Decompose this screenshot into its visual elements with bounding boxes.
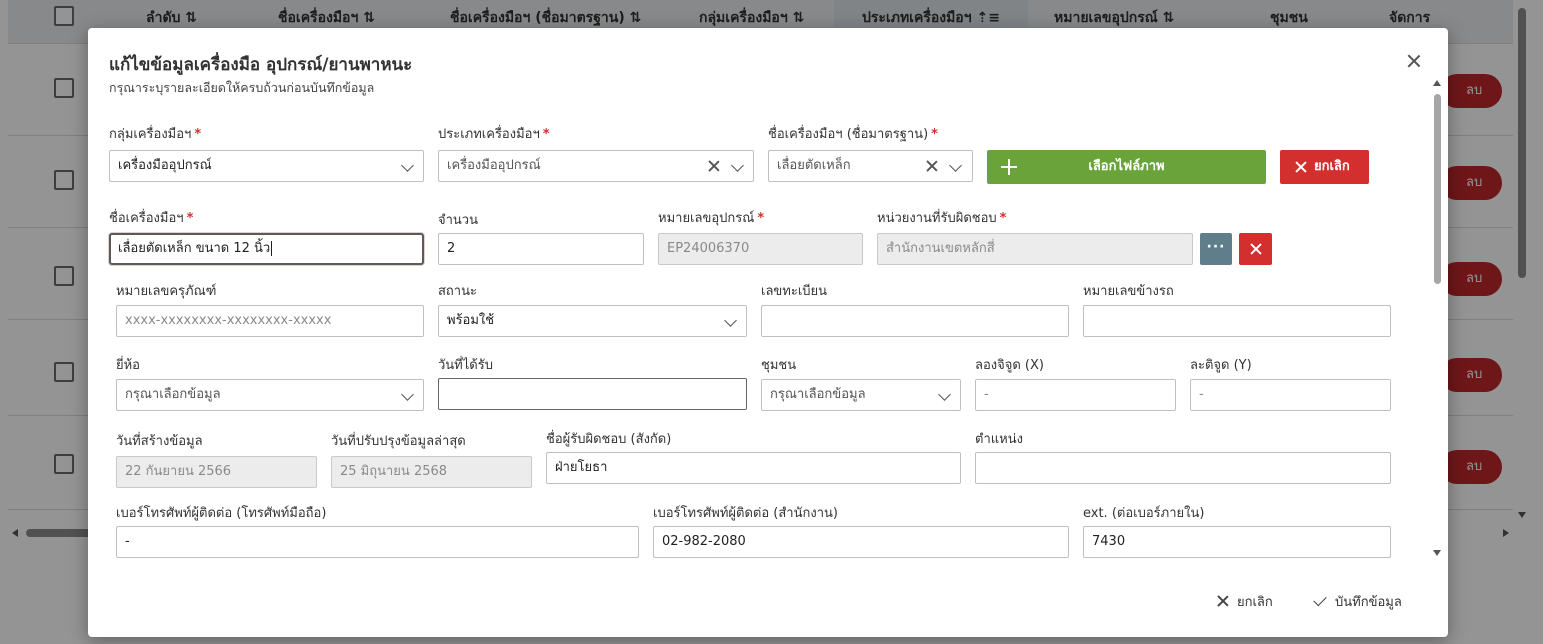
- check-icon: [1313, 592, 1327, 607]
- responsible-unit-label: หน่วยงานที่รับผิดชอบ *: [877, 211, 1007, 226]
- community-select[interactable]: กรุณาเลือกข้อมูล: [761, 379, 961, 411]
- quantity-input[interactable]: 2: [438, 233, 644, 265]
- type-label: ประเภทเครื่องมือฯ *: [438, 127, 550, 142]
- modal-scrollbar[interactable]: [1431, 80, 1443, 560]
- longitude-input[interactable]: -: [975, 379, 1176, 411]
- status-label: สถานะ: [438, 284, 477, 299]
- latitude-input[interactable]: -: [1190, 379, 1391, 411]
- standard-name-label: ชื่อเครื่องมือฯ (ชื่อมาตรฐาน) *: [768, 127, 938, 142]
- equipment-no-label: หมายเลขอุปกรณ์ *: [658, 211, 765, 226]
- received-date-label: วันที่ได้รับ: [438, 358, 493, 373]
- asset-no-label: หมายเลขครุภัณฑ์: [116, 284, 217, 299]
- mobile-label: เบอร์โทรศัพท์ผู้ติดต่อ (โทรศัพท์มือถือ): [116, 506, 327, 521]
- clear-icon[interactable]: [925, 159, 939, 173]
- registration-label: เลขทะเบียน: [761, 284, 828, 299]
- standard-name-select[interactable]: เลื่อยตัดเหล็ก: [768, 150, 973, 182]
- cancel-button[interactable]: ยกเลิก: [1217, 591, 1273, 612]
- chevron-down-icon: [401, 388, 414, 401]
- text-caret: [271, 241, 273, 256]
- brand-label: ยี่ห้อ: [116, 358, 140, 373]
- office-phone-label: เบอร์โทรศัพท์ผู้ติดต่อ (สำนักงาน): [653, 506, 838, 521]
- equipment-no-input: EP24006370: [658, 233, 863, 265]
- chevron-down-icon: [401, 159, 414, 172]
- scrollbar-thumb[interactable]: [1434, 94, 1441, 284]
- clear-unit-button[interactable]: [1239, 233, 1272, 265]
- ext-input[interactable]: 7430: [1083, 526, 1391, 558]
- clear-icon[interactable]: [707, 159, 721, 173]
- created-date-input: 22 กันยายน 2566: [116, 456, 317, 488]
- vehicle-side-no-label: หมายเลขข้างรถ: [1083, 284, 1174, 299]
- close-icon: [1294, 160, 1308, 174]
- vehicle-side-no-input[interactable]: [1083, 305, 1391, 337]
- registration-input[interactable]: [761, 305, 1069, 337]
- longitude-label: ลองจิจูด (X): [975, 358, 1044, 373]
- community-label: ชุมชน: [761, 358, 797, 373]
- ext-label: ext. (ต่อเบอร์ภายใน): [1083, 506, 1205, 521]
- responsible-unit-input: สำนักงานเขตหลักสี่: [877, 233, 1193, 265]
- position-label: ตำแหน่ง: [975, 432, 1023, 447]
- chevron-down-icon: [731, 159, 744, 172]
- edit-equipment-modal: แก้ไขข้อมูลเครื่องมือ อุปกรณ์/ยานพาหนะ ก…: [88, 28, 1448, 637]
- name-input[interactable]: เลื่อยตัดเหล็ก ขนาด 12 นิ้ว: [109, 233, 424, 265]
- quantity-label: จำนวน: [438, 213, 478, 228]
- close-icon: [1249, 242, 1263, 256]
- type-select[interactable]: เครื่องมืออุปกรณ์: [438, 150, 754, 182]
- status-select[interactable]: พร้อมใช้: [438, 305, 747, 337]
- created-date-label: วันที่สร้างข้อมูล: [116, 434, 203, 449]
- name-label: ชื่อเครื่องมือฯ *: [109, 211, 194, 226]
- responsible-person-input[interactable]: ฝ่ายโยธา: [546, 452, 961, 484]
- position-input[interactable]: [975, 452, 1391, 484]
- close-icon: [1217, 595, 1229, 607]
- equipment-form: กลุ่มเครื่องมือฯ * เครื่องมืออุปกรณ์ ประเ…: [88, 28, 1428, 568]
- received-date-input[interactable]: [438, 378, 747, 410]
- updated-date-label: วันที่ปรับปรุงข้อมูลล่าสุด: [331, 434, 466, 449]
- save-button[interactable]: บันทึกข้อมูล: [1313, 591, 1402, 612]
- mobile-input[interactable]: -: [116, 526, 639, 558]
- brand-select[interactable]: กรุณาเลือกข้อมูล: [116, 379, 424, 411]
- responsible-person-label: ชื่อผู้รับผิดชอบ (สังกัด): [546, 432, 672, 447]
- asset-no-input[interactable]: xxxx-xxxxxxxx-xxxxxxxx-xxxxx: [116, 305, 424, 337]
- chevron-down-icon: [949, 159, 962, 172]
- latitude-label: ละติจูด (Y): [1190, 358, 1252, 373]
- scroll-up-arrow-icon[interactable]: [1433, 80, 1441, 86]
- group-select[interactable]: เครื่องมืออุปกรณ์: [109, 150, 424, 182]
- chevron-down-icon: [938, 388, 951, 401]
- office-phone-input[interactable]: 02-982-2080: [653, 526, 1069, 558]
- group-label: กลุ่มเครื่องมือฯ *: [109, 127, 202, 142]
- chevron-down-icon: [724, 314, 737, 327]
- choose-image-button[interactable]: เลือกไฟล์ภาพ: [987, 150, 1266, 184]
- scroll-down-arrow-icon[interactable]: [1433, 550, 1441, 556]
- updated-date-input: 25 มิถุนายน 2568: [331, 456, 532, 488]
- more-options-button[interactable]: ···: [1200, 233, 1232, 265]
- cancel-image-button[interactable]: ยกเลิก: [1280, 150, 1369, 184]
